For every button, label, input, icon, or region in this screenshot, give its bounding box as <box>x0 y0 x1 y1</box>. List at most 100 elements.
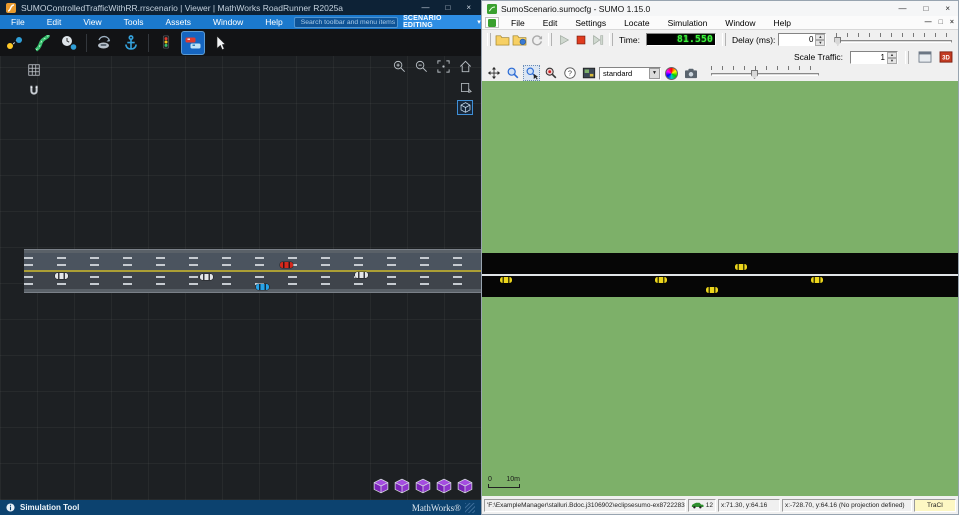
view-cube-icon[interactable] <box>373 478 389 494</box>
3d-view-button[interactable] <box>457 100 473 115</box>
snapshot-button[interactable] <box>682 65 699 81</box>
menu-settings[interactable]: Settings <box>566 18 615 28</box>
reload-button[interactable] <box>528 32 545 48</box>
frame-selection-button[interactable] <box>436 59 451 74</box>
slider-thumb[interactable] <box>751 70 758 79</box>
select-tool-button[interactable] <box>208 31 232 55</box>
zoom-slider[interactable] <box>709 66 821 80</box>
search-input[interactable]: Search toolbar and menu items (Ctrl+F) <box>294 17 398 28</box>
menu-edit[interactable]: Edit <box>534 18 567 28</box>
toolbar-grip[interactable] <box>548 33 552 46</box>
anchor-tool-button[interactable] <box>119 31 143 55</box>
zoom-tool-button[interactable] <box>504 65 521 81</box>
stop-button[interactable] <box>572 32 589 48</box>
menu-file[interactable]: File <box>0 15 36 29</box>
snap-toggle-button[interactable] <box>25 82 42 99</box>
locate-tool-button[interactable] <box>542 65 559 81</box>
menu-simulation[interactable]: Simulation <box>659 18 717 28</box>
open-config-button[interactable] <box>494 32 511 48</box>
spin-arrows[interactable]: ▲▼ <box>887 52 897 63</box>
toolbar-grip[interactable] <box>722 33 726 46</box>
view-cube-icon[interactable] <box>436 478 452 494</box>
menu-edit[interactable]: Edit <box>36 15 73 29</box>
road[interactable] <box>24 249 481 293</box>
minimize-icon[interactable]: — <box>421 3 429 12</box>
traffic-simulation-tool-button[interactable] <box>181 31 205 55</box>
close-icon[interactable]: × <box>466 3 471 12</box>
view-cube-icon[interactable] <box>394 478 410 494</box>
toolbar-grip[interactable] <box>487 33 491 46</box>
vehicle[interactable] <box>55 273 68 279</box>
minimize-icon[interactable]: — <box>898 4 906 13</box>
coloring-scheme-dropdown[interactable]: standard ▼ <box>599 67 661 80</box>
route-tool-button[interactable] <box>3 31 27 55</box>
menu-help[interactable]: Help <box>254 15 293 29</box>
trip-timer-tool-button[interactable] <box>57 31 81 55</box>
menu-assets[interactable]: Assets <box>154 15 202 29</box>
scenario-editing-mode-button[interactable]: SCENARIO EDITING ▾ <box>403 15 481 29</box>
road-lanes-upper[interactable] <box>24 253 481 270</box>
view-cube-icon[interactable] <box>457 478 473 494</box>
zoom-style-toggle-button[interactable] <box>523 65 540 81</box>
step-button[interactable] <box>589 32 606 48</box>
slider-groove[interactable] <box>836 40 952 43</box>
edit-viewport-button[interactable] <box>580 65 597 81</box>
toolbar-grip[interactable] <box>609 33 613 46</box>
menu-tools[interactable]: Tools <box>113 15 155 29</box>
maximize-icon[interactable]: □ <box>445 3 450 12</box>
resize-grip[interactable] <box>465 503 475 513</box>
recenter-view-button[interactable] <box>485 65 502 81</box>
roadrunner-viewport[interactable] <box>0 56 481 500</box>
2d-view-button[interactable] <box>457 80 473 95</box>
mdi-close-icon[interactable]: × <box>950 19 954 26</box>
spin-arrows[interactable]: ▲▼ <box>815 34 825 45</box>
signal-tool-button[interactable] <box>154 31 178 55</box>
vehicle[interactable] <box>735 264 747 270</box>
sumo-main-toolbar: Time: 88.888 81.550 Delay (ms): 0 ▲▼ <box>482 30 958 49</box>
vehicle[interactable] <box>256 284 269 290</box>
delay-slider[interactable] <box>830 33 956 47</box>
edit-coloring-button[interactable] <box>663 65 680 81</box>
maximize-icon[interactable]: □ <box>923 4 928 13</box>
view-cube-icon[interactable] <box>415 478 431 494</box>
menu-help[interactable]: Help <box>765 18 800 28</box>
traci-status-button[interactable]: TraCI <box>914 499 956 512</box>
vehicle[interactable] <box>706 287 718 293</box>
grid-toggle-button[interactable] <box>25 61 42 78</box>
vehicle-orbit-tool-button[interactable] <box>92 31 116 55</box>
home-view-button[interactable] <box>458 59 473 74</box>
spin-down-icon[interactable]: ▼ <box>887 58 897 64</box>
vehicle[interactable] <box>280 262 293 268</box>
menu-file[interactable]: File <box>502 18 534 28</box>
vehicle[interactable] <box>500 277 512 283</box>
open-network-button[interactable] <box>511 32 528 48</box>
menu-view[interactable]: View <box>72 15 112 29</box>
toolbar-grip[interactable] <box>905 51 909 64</box>
lane-tool-button[interactable] <box>30 31 54 55</box>
mdi-minimize-icon[interactable]: — <box>925 19 932 26</box>
zoom-in-button[interactable] <box>392 59 407 74</box>
menu-window[interactable]: Window <box>202 15 254 29</box>
vehicle[interactable] <box>655 277 667 283</box>
mdi-restore-icon[interactable]: □ <box>939 19 943 26</box>
dropdown-arrow-icon[interactable]: ▼ <box>649 68 660 79</box>
tooltip-toggle-button[interactable]: ? <box>561 65 578 81</box>
run-button[interactable] <box>555 32 572 48</box>
sumo-canvas[interactable]: 0 10m <box>482 81 958 496</box>
road[interactable] <box>482 253 958 297</box>
vehicle[interactable] <box>200 274 213 280</box>
vehicle[interactable] <box>811 277 823 283</box>
vehicle[interactable] <box>355 272 368 278</box>
new-view-button[interactable] <box>916 49 933 65</box>
menu-window[interactable]: Window <box>716 18 764 28</box>
close-icon[interactable]: × <box>945 4 950 13</box>
spin-down-icon[interactable]: ▼ <box>815 40 825 46</box>
slider-thumb[interactable] <box>834 37 841 46</box>
slider-groove[interactable] <box>711 73 819 76</box>
menu-locate[interactable]: Locate <box>615 18 659 28</box>
delay-spinbox[interactable]: 0 ▲▼ <box>778 33 826 46</box>
road-lanes-lower[interactable] <box>24 272 481 289</box>
scale-traffic-spinbox[interactable]: 1 ▲▼ <box>850 51 898 64</box>
open-3d-view-button[interactable]: 3D <box>937 49 954 65</box>
zoom-out-button[interactable] <box>414 59 429 74</box>
